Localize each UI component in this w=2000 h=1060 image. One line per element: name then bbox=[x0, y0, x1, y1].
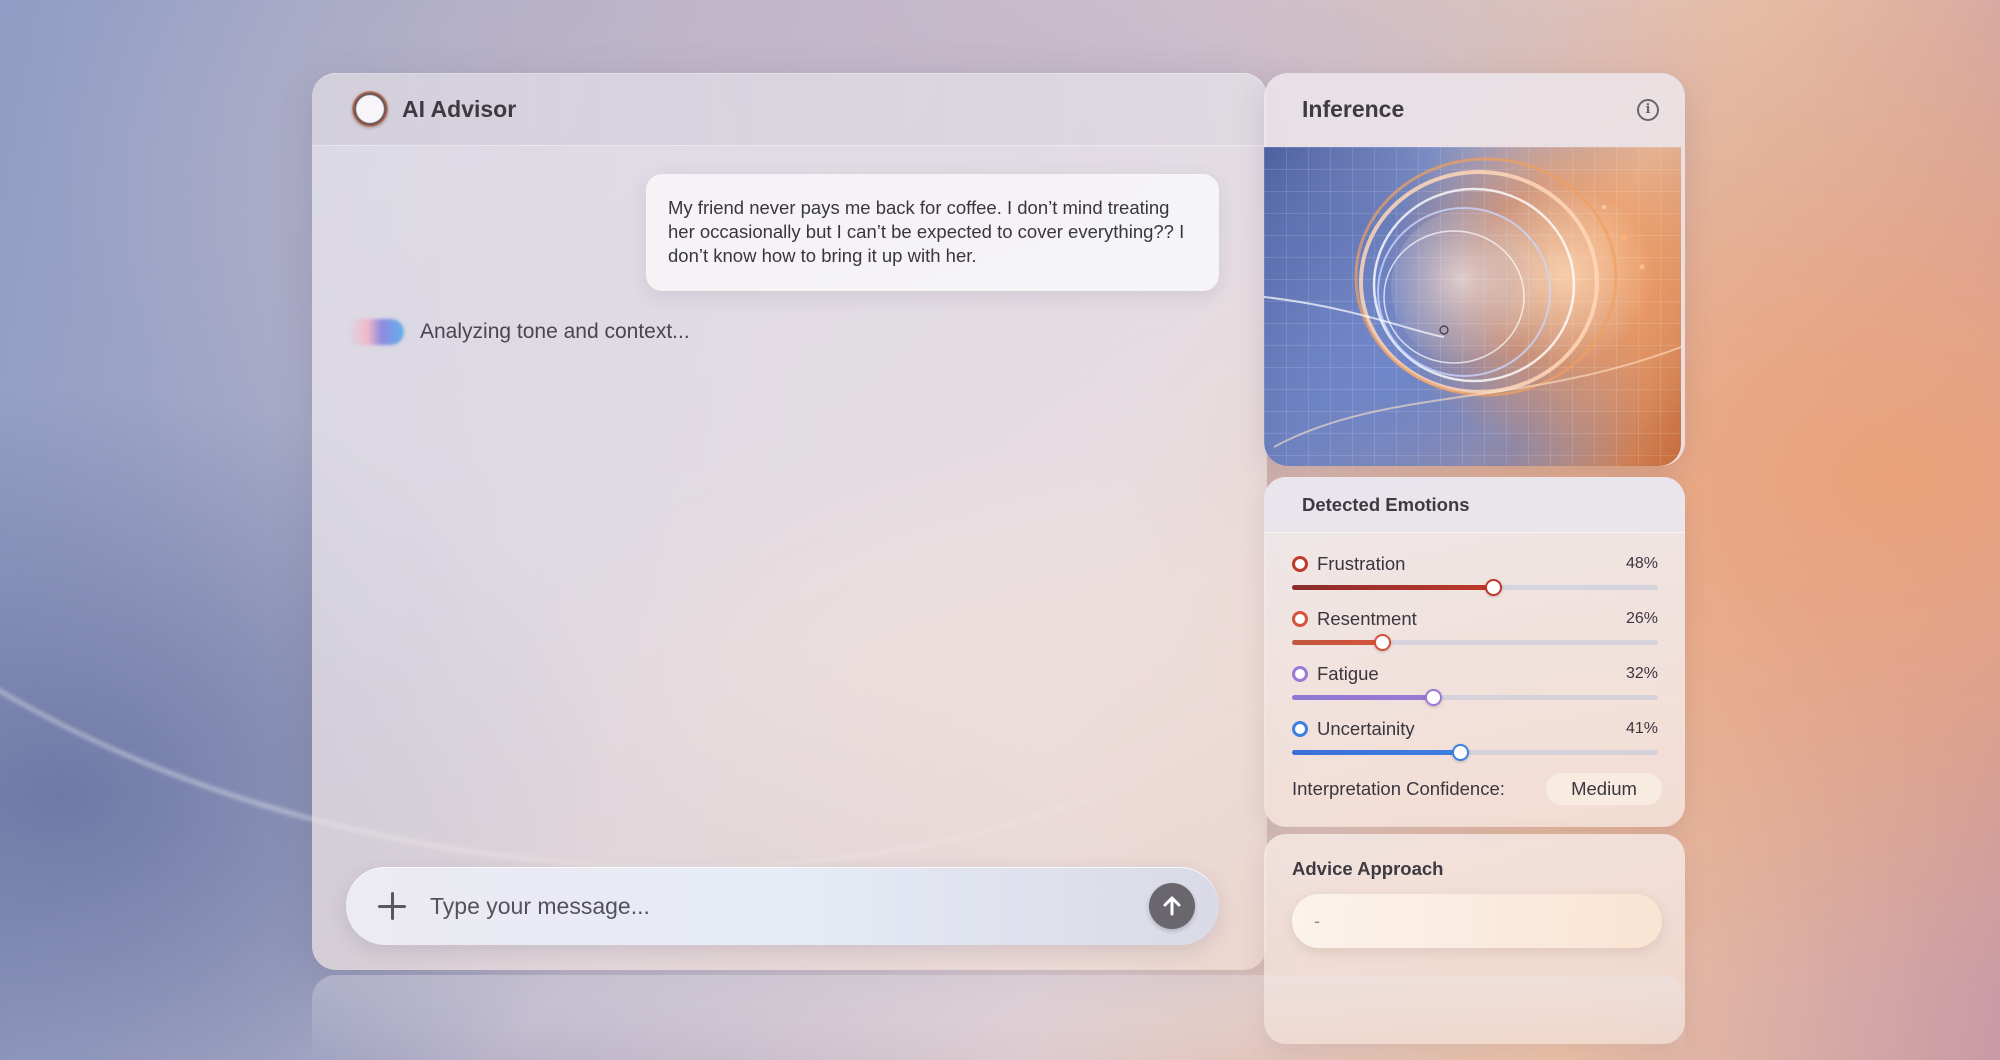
emotion-slider-track[interactable] bbox=[1292, 634, 1658, 651]
emotion-name: Fatigue bbox=[1317, 663, 1379, 684]
thinking-pulse-icon bbox=[348, 319, 404, 345]
send-button[interactable] bbox=[1149, 883, 1195, 929]
confidence-label: Interpretation Confidence: bbox=[1292, 778, 1505, 799]
inference-title: Inference bbox=[1302, 96, 1405, 122]
inference-header: Inference i bbox=[1264, 73, 1685, 146]
emotion-dot-icon bbox=[1292, 611, 1308, 627]
panel-reflection bbox=[312, 975, 1685, 1060]
plus-icon[interactable] bbox=[376, 890, 408, 922]
emotion-slider-fill bbox=[1292, 750, 1461, 755]
emotion-dot-icon bbox=[1292, 666, 1308, 682]
emotion-row: Uncertainity 41% bbox=[1292, 718, 1658, 762]
emotion-slider-fill bbox=[1292, 695, 1433, 700]
emotion-row: Fatigue 32% bbox=[1292, 663, 1658, 707]
emotion-slider-knob[interactable] bbox=[1373, 634, 1391, 651]
chat-header: AI Advisor bbox=[312, 73, 1267, 146]
inference-card: Inference i bbox=[1264, 73, 1685, 466]
logo-ring-icon bbox=[352, 91, 388, 127]
advice-approach-field[interactable]: - bbox=[1292, 894, 1662, 948]
confidence-row: Interpretation Confidence: Medium bbox=[1292, 773, 1662, 805]
emotion-dot-icon bbox=[1292, 721, 1308, 737]
emotion-slider-track[interactable] bbox=[1292, 579, 1658, 596]
emotion-percent: 26% bbox=[1625, 610, 1658, 627]
analyzing-indicator: Analyzing tone and context... bbox=[348, 319, 690, 345]
chat-panel: AI Advisor My friend never pays me back … bbox=[312, 73, 1267, 970]
emotion-slider-fill bbox=[1292, 640, 1382, 645]
orb-rings-graphic bbox=[1264, 157, 1681, 448]
info-icon[interactable]: i bbox=[1637, 98, 1659, 121]
inference-visual bbox=[1264, 147, 1681, 466]
confidence-badge: Medium bbox=[1546, 773, 1662, 805]
emotion-row: Frustration 48% bbox=[1292, 553, 1658, 597]
message-input[interactable] bbox=[430, 892, 1149, 920]
emotion-slider-track[interactable] bbox=[1292, 744, 1658, 761]
emotions-title: Detected Emotions bbox=[1264, 477, 1685, 533]
emotion-percent: 41% bbox=[1625, 720, 1658, 737]
emotion-dot-icon bbox=[1292, 556, 1308, 572]
arrow-up-icon bbox=[1163, 896, 1181, 916]
emotion-slider-knob[interactable] bbox=[1424, 689, 1442, 706]
detected-emotions-card: Detected Emotions Frustration 48% Resentme… bbox=[1264, 477, 1685, 827]
emotion-name: Frustration bbox=[1317, 553, 1406, 574]
emotion-percent: 32% bbox=[1625, 665, 1658, 682]
emotion-slider-knob[interactable] bbox=[1452, 744, 1470, 761]
emotion-name: Uncertainity bbox=[1317, 718, 1415, 739]
emotion-row: Resentment 26% bbox=[1292, 608, 1658, 652]
advice-title: Advice Approach bbox=[1292, 858, 1444, 879]
emotion-slider-fill bbox=[1292, 585, 1494, 590]
user-message-bubble: My friend never pays me back for coffee.… bbox=[646, 174, 1219, 291]
message-composer bbox=[346, 867, 1219, 945]
analyzing-status-text: Analyzing tone and context... bbox=[420, 320, 690, 343]
app-title: AI Advisor bbox=[402, 95, 517, 122]
emotion-slider-knob[interactable] bbox=[1485, 579, 1503, 596]
emotion-slider-track[interactable] bbox=[1292, 689, 1658, 706]
emotion-percent: 48% bbox=[1625, 555, 1658, 572]
emotion-name: Resentment bbox=[1317, 608, 1417, 629]
